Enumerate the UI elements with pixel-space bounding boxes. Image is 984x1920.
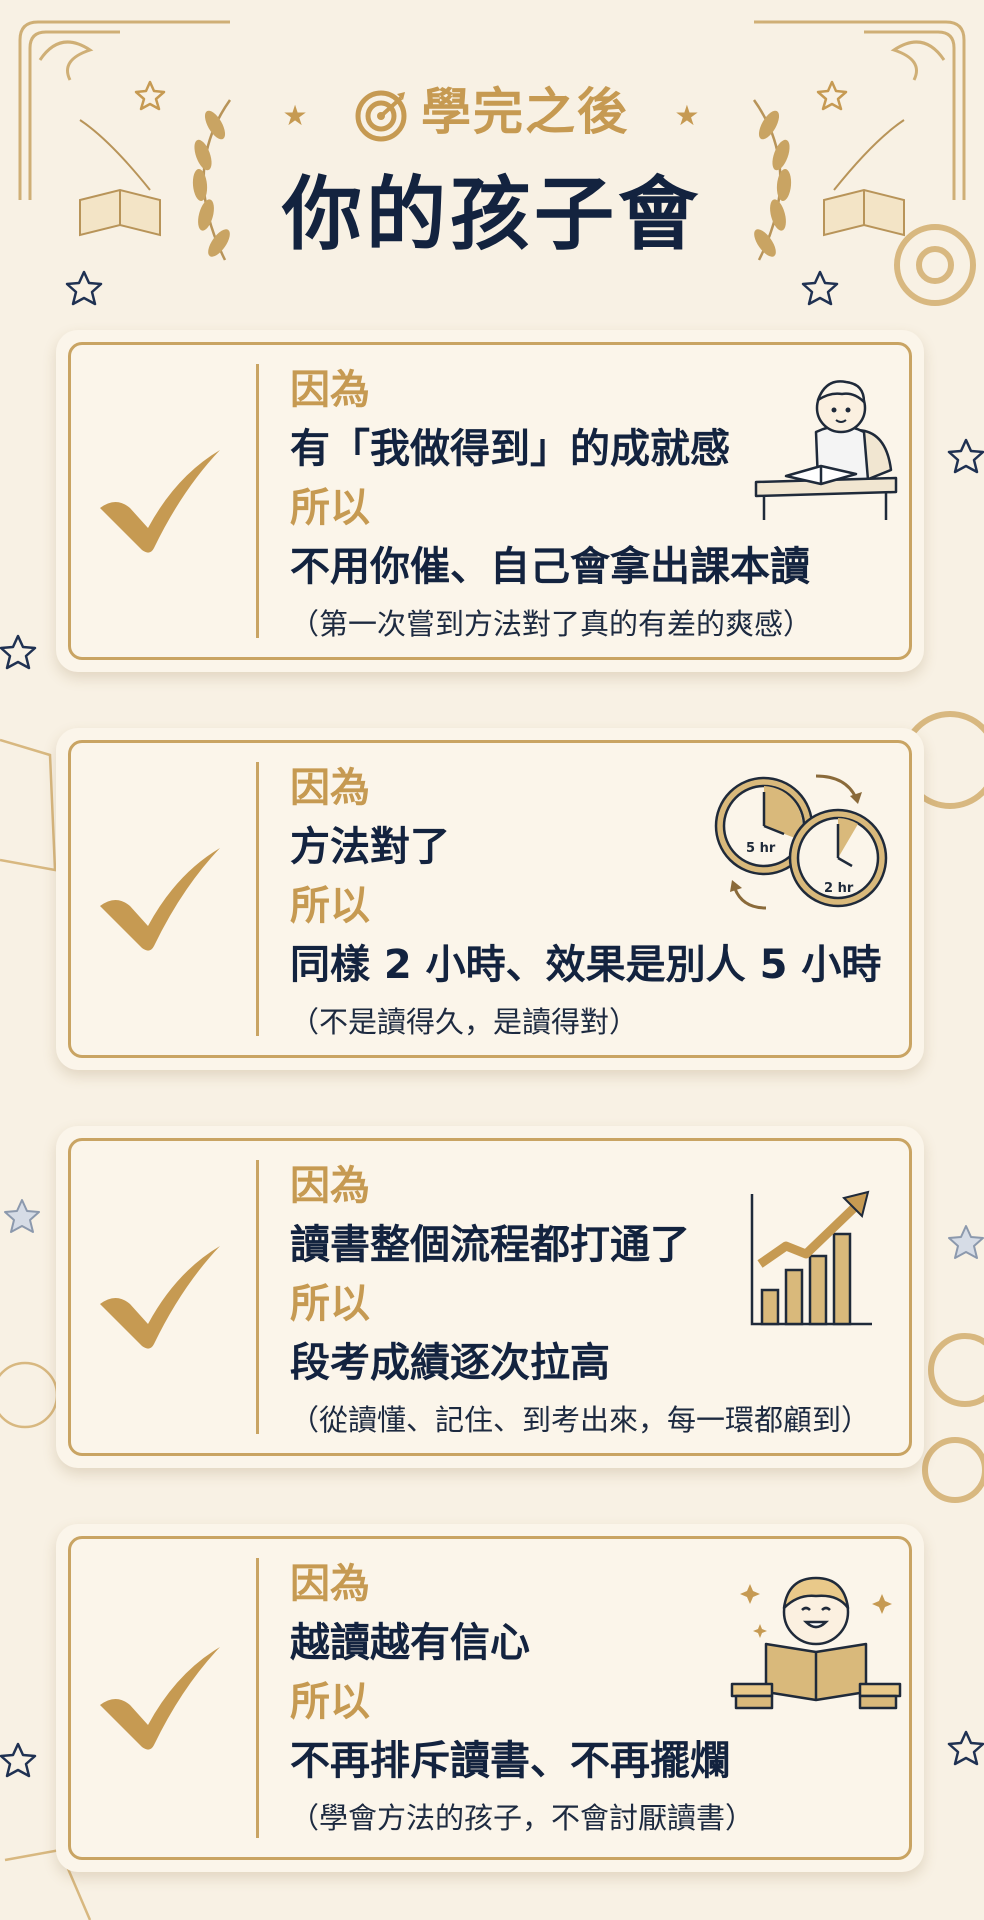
card-divider bbox=[256, 1160, 259, 1434]
boy-reading-illustration bbox=[754, 380, 898, 520]
page-title: 你的孩子會 bbox=[282, 168, 702, 261]
target-icon bbox=[355, 90, 407, 141]
benefit-card: 因為 讀書整個流程都打通了 所以 段考成績逐次拉高 （從讀懂、記住、到考出來，每… bbox=[56, 1126, 924, 1468]
clocks-illustration: 5 hr 2 hr bbox=[714, 774, 888, 910]
star-icon: ★ bbox=[674, 99, 702, 132]
card-divider bbox=[256, 1558, 259, 1838]
benefit-card: 因為 有「我做得到」的成就感 所以 不用你催、自己會拿出課本讀 （第一次嘗到方法… bbox=[56, 330, 924, 672]
header: ★ 學完之後 ★ 你的孩子會 bbox=[0, 0, 984, 300]
eyebrow-text: 學完之後 bbox=[421, 83, 629, 141]
note-text: （不是讀得久，是讀得對） bbox=[290, 1005, 639, 1039]
note-text: （第一次嘗到方法對了真的有差的爽感） bbox=[290, 607, 813, 641]
card-divider bbox=[256, 762, 259, 1036]
benefit-card: 因為 方法對了 所以 同樣 2 小時、效果是別人 5 小時 （不是讀得久，是讀得… bbox=[56, 728, 924, 1070]
benefit-card: 因為 越讀越有信心 所以 不再排斥讀書、不再擺爛 （學會方法的孩子，不會討厭讀書… bbox=[56, 1524, 924, 1872]
result-text: 同樣 2 小時、效果是別人 5 小時 bbox=[290, 942, 882, 988]
note-text: （學會方法的孩子，不會討厭讀書） bbox=[290, 1801, 755, 1835]
happy-boy-illustration bbox=[730, 1576, 902, 1710]
rising-chart-illustration bbox=[750, 1190, 872, 1326]
note-text: （從讀懂、記住、到考出來，每一環都顧到） bbox=[290, 1403, 871, 1437]
check-icon bbox=[100, 1246, 220, 1349]
result-text: 段考成績逐次拉高 bbox=[290, 1340, 610, 1386]
clock-label-5hr: 5 hr bbox=[746, 841, 776, 856]
clock-label-2hr: 2 hr bbox=[824, 881, 854, 896]
star-icon: ★ bbox=[282, 99, 310, 132]
card-divider bbox=[256, 364, 259, 638]
result-text: 不再排斥讀書、不再擺爛 bbox=[290, 1738, 730, 1784]
check-icon bbox=[100, 1647, 220, 1750]
check-icon bbox=[100, 450, 220, 553]
result-text: 不用你催、自己會拿出課本讀 bbox=[290, 544, 810, 590]
check-icon bbox=[100, 848, 220, 951]
eyebrow-row: ★ 學完之後 ★ bbox=[0, 72, 984, 144]
